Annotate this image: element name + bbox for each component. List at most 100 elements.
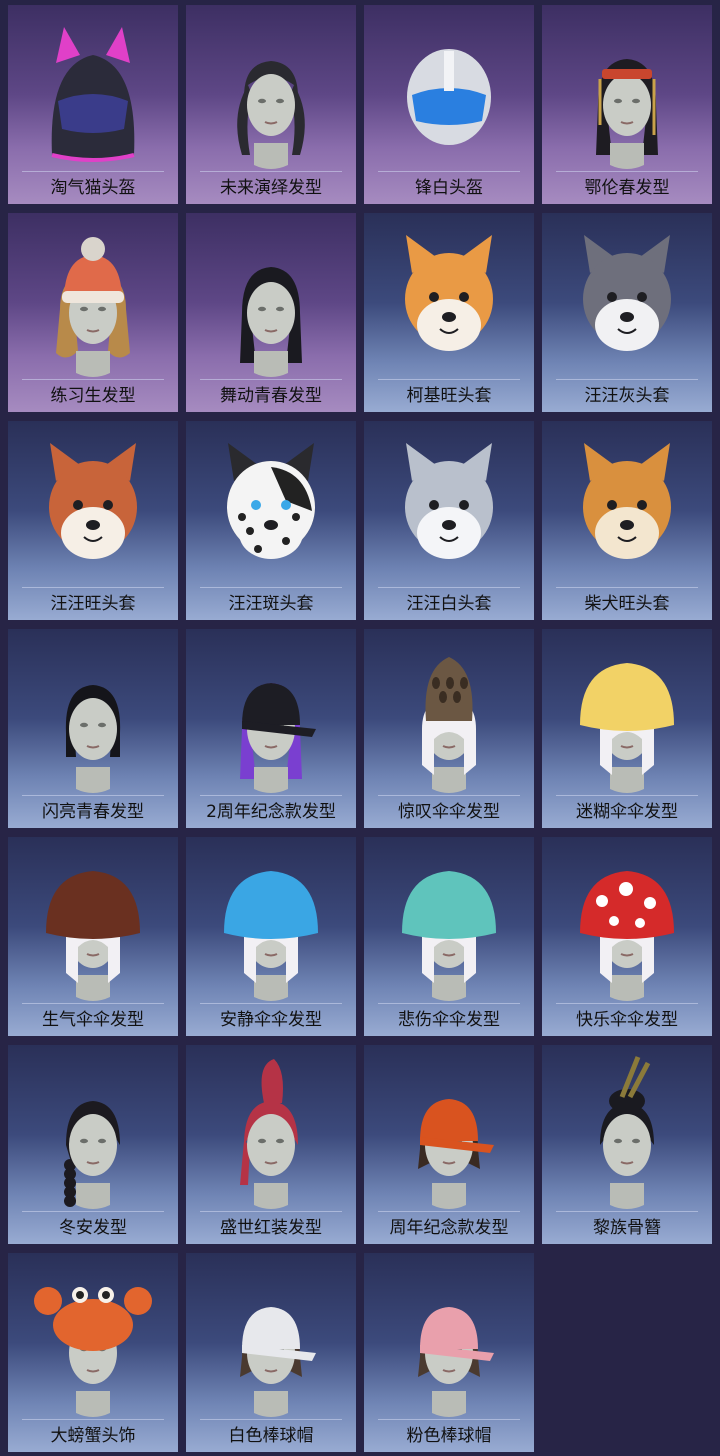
item-label: 粉色棒球帽 <box>406 1426 492 1446</box>
item-card[interactable]: 盛世红装发型 <box>186 1045 356 1244</box>
item-card[interactable]: 汪汪旺头套 <box>8 421 178 620</box>
gray-dog-headgear-icon <box>583 235 671 351</box>
blue-mushroom-hairstyle-icon <box>224 871 318 1001</box>
label-divider <box>556 795 698 796</box>
item-card[interactable]: 大螃蟹头饰 <box>8 1253 178 1452</box>
item-card[interactable]: 汪汪白头套 <box>364 421 534 620</box>
item-card[interactable]: 柯基旺头套 <box>364 213 534 412</box>
racing-cap-hairstyle-icon <box>418 1099 494 1209</box>
item-label: 鄂伦春发型 <box>584 178 670 198</box>
item-card[interactable]: 2周年纪念款发型 <box>186 629 356 828</box>
red-mushroom-hairstyle-icon <box>580 871 674 1001</box>
morel-mushroom-hairstyle-icon <box>422 657 476 793</box>
item-label: 悲伤伞伞发型 <box>398 1010 500 1030</box>
label-divider <box>378 795 520 796</box>
label-divider <box>378 1211 520 1212</box>
future-hairstyle-icon <box>237 61 305 169</box>
brown-mushroom-hairstyle-icon <box>46 871 140 1001</box>
red-dog-headgear-icon <box>49 443 137 559</box>
anniversary-cap-hairstyle-icon <box>240 683 316 793</box>
shiny-youth-hairstyle-icon <box>65 685 121 793</box>
item-label: 锋白头盔 <box>415 178 483 198</box>
item-card[interactable]: 迷糊伞伞发型 <box>542 629 712 828</box>
label-divider <box>556 171 698 172</box>
label-divider <box>200 587 342 588</box>
item-label: 黎族骨簪 <box>593 1218 661 1238</box>
label-divider <box>200 1003 342 1004</box>
item-label: 白色棒球帽 <box>228 1426 314 1446</box>
item-label: 汪汪灰头套 <box>584 386 670 406</box>
dance-youth-hairstyle-icon <box>240 267 302 377</box>
item-label: 迷糊伞伞发型 <box>576 802 678 822</box>
yellow-mushroom-hairstyle-icon <box>580 663 674 793</box>
item-card[interactable]: 冬安发型 <box>8 1045 178 1244</box>
item-card[interactable]: 舞动青春发型 <box>186 213 356 412</box>
item-card[interactable]: 汪汪斑头套 <box>186 421 356 620</box>
red-ponytail-hairstyle-icon <box>240 1059 298 1209</box>
item-label: 周年纪念款发型 <box>389 1218 509 1238</box>
label-divider <box>556 1211 698 1212</box>
item-card[interactable]: 黎族骨簪 <box>542 1045 712 1244</box>
corgi-headgear-icon <box>405 235 493 351</box>
item-card[interactable]: 周年纪念款发型 <box>364 1045 534 1244</box>
label-divider <box>200 1419 342 1420</box>
item-card[interactable]: 鄂伦春发型 <box>542 5 712 204</box>
item-card[interactable]: 柴犬旺头套 <box>542 421 712 620</box>
item-label: 生气伞伞发型 <box>42 1010 144 1030</box>
item-card[interactable]: 未来演绎发型 <box>186 5 356 204</box>
label-divider <box>200 171 342 172</box>
item-card[interactable]: 淘气猫头盔 <box>8 5 178 204</box>
label-divider <box>200 379 342 380</box>
label-divider <box>22 587 164 588</box>
li-hairpin-icon <box>600 1056 654 1209</box>
pink-baseball-cap-icon <box>418 1307 494 1417</box>
label-divider <box>22 1419 164 1420</box>
item-card[interactable]: 生气伞伞发型 <box>8 837 178 1036</box>
crab-headwear-icon <box>34 1287 152 1417</box>
cat-helmet-icon <box>51 27 135 162</box>
label-divider <box>378 171 520 172</box>
white-baseball-cap-icon <box>240 1307 316 1417</box>
label-divider <box>378 1419 520 1420</box>
item-card[interactable]: 汪汪灰头套 <box>542 213 712 412</box>
orochen-hairstyle-icon <box>596 59 658 169</box>
label-divider <box>378 379 520 380</box>
white-helmet-icon <box>407 49 491 145</box>
item-card[interactable]: 惊叹伞伞发型 <box>364 629 534 828</box>
label-divider <box>22 1211 164 1212</box>
item-label: 盛世红装发型 <box>220 1218 322 1238</box>
label-divider <box>556 1003 698 1004</box>
shiba-headgear-icon <box>583 443 671 559</box>
item-label: 汪汪白头套 <box>406 594 492 614</box>
item-label: 冬安发型 <box>59 1218 127 1238</box>
label-divider <box>200 795 342 796</box>
white-dog-headgear-icon <box>405 443 493 559</box>
item-card[interactable]: 快乐伞伞发型 <box>542 837 712 1036</box>
label-divider <box>556 379 698 380</box>
item-card[interactable]: 悲伤伞伞发型 <box>364 837 534 1036</box>
item-label: 快乐伞伞发型 <box>576 1010 678 1030</box>
label-divider <box>378 587 520 588</box>
item-label: 安静伞伞发型 <box>220 1010 322 1030</box>
item-card[interactable]: 白色棒球帽 <box>186 1253 356 1452</box>
item-label: 汪汪斑头套 <box>228 594 314 614</box>
item-label: 柯基旺头套 <box>406 386 492 406</box>
item-label: 惊叹伞伞发型 <box>398 802 500 822</box>
item-label: 大螃蟹头饰 <box>50 1426 136 1446</box>
item-card[interactable]: 安静伞伞发型 <box>186 837 356 1036</box>
label-divider <box>200 1211 342 1212</box>
label-divider <box>556 587 698 588</box>
item-card[interactable]: 闪亮青春发型 <box>8 629 178 828</box>
label-divider <box>22 1003 164 1004</box>
item-card[interactable]: 练习生发型 <box>8 213 178 412</box>
item-label: 未来演绎发型 <box>220 178 322 198</box>
item-label: 2周年纪念款发型 <box>206 802 336 822</box>
label-divider <box>378 1003 520 1004</box>
item-label: 练习生发型 <box>50 386 136 406</box>
teal-mushroom-hairstyle-icon <box>402 871 496 1001</box>
label-divider <box>22 795 164 796</box>
label-divider <box>22 171 164 172</box>
item-card[interactable]: 粉色棒球帽 <box>364 1253 534 1452</box>
winter-hairstyle-icon <box>64 1101 120 1209</box>
item-card[interactable]: 锋白头盔 <box>364 5 534 204</box>
